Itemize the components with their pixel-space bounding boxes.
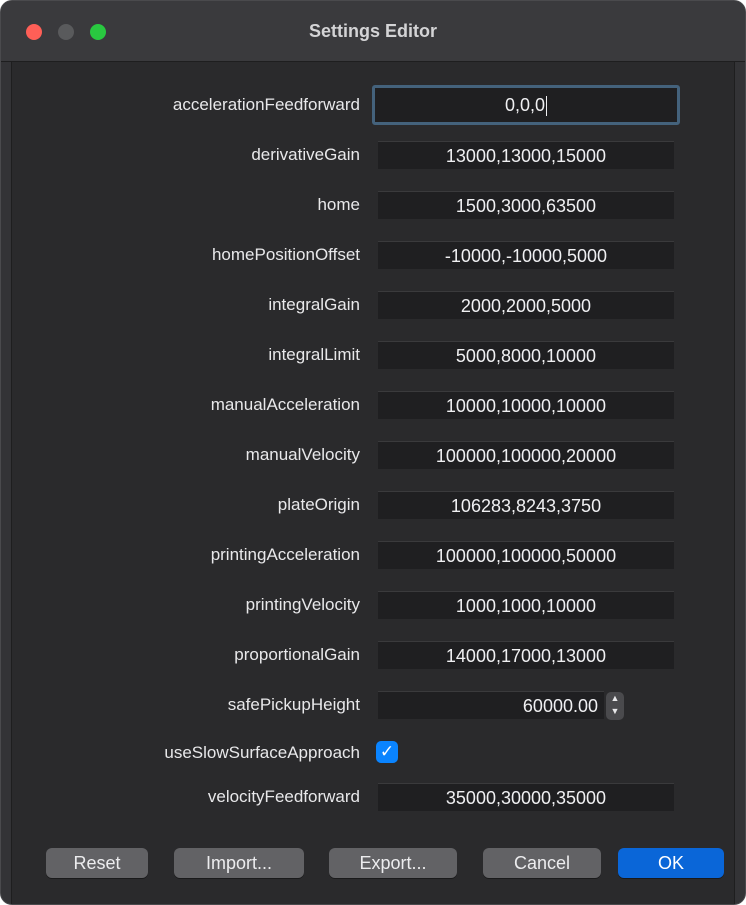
setting-checkbox-useSlowSurfaceApproach[interactable]: ✓ [376, 741, 398, 763]
reset-button[interactable]: Reset [46, 848, 148, 878]
setting-input-accelerationFeedforward[interactable]: 0,0,0 [372, 85, 680, 125]
setting-input-safePickupHeight[interactable]: 60000.00 [378, 691, 604, 719]
setting-row-integralLimit: integralLimit 5000,8000,10000 [12, 341, 734, 371]
setting-input-derivativeGain[interactable]: 13000,13000,15000 [378, 141, 674, 169]
setting-label: manualVelocity [245, 445, 360, 464]
setting-label: accelerationFeedforward [172, 95, 360, 114]
setting-label: integralGain [268, 295, 360, 314]
setting-input-integralGain[interactable]: 2000,2000,5000 [378, 291, 674, 319]
stepper-up-icon[interactable]: ▲ [606, 692, 624, 705]
stepper-control[interactable]: ▲ ▼ [606, 692, 624, 720]
stepper-down-icon[interactable]: ▼ [606, 705, 624, 718]
setting-input-printingVelocity[interactable]: 1000,1000,10000 [378, 591, 674, 619]
settings-editor-window: Settings Editor accelerationFeedforward … [0, 0, 746, 905]
import-button[interactable]: Import... [174, 848, 304, 878]
setting-label: homePositionOffset [211, 245, 360, 264]
setting-input-manualVelocity[interactable]: 100000,100000,20000 [378, 441, 674, 469]
dialog-button-bar: Reset Import... Export... Cancel OK [12, 848, 734, 882]
settings-form: accelerationFeedforward 0,0,0 derivative… [11, 62, 735, 904]
setting-row-homePositionOffset: homePositionOffset -10000,-10000,5000 [12, 241, 734, 271]
setting-row-manualVelocity: manualVelocity 100000,100000,20000 [12, 441, 734, 471]
setting-row-printingAcceleration: printingAcceleration 100000,100000,50000 [12, 541, 734, 571]
window-title: Settings Editor [308, 21, 437, 41]
setting-label: printingAcceleration [210, 545, 360, 564]
setting-input-home[interactable]: 1500,3000,63500 [378, 191, 674, 219]
setting-input-proportionalGain[interactable]: 14000,17000,13000 [378, 641, 674, 669]
setting-row-home: home 1500,3000,63500 [12, 191, 734, 221]
setting-row-plateOrigin: plateOrigin 106283,8243,3750 [12, 491, 734, 521]
setting-input-manualAcceleration[interactable]: 10000,10000,10000 [378, 391, 674, 419]
setting-row-manualAcceleration: manualAcceleration 10000,10000,10000 [12, 391, 734, 421]
setting-row-derivativeGain: derivativeGain 13000,13000,15000 [12, 141, 734, 171]
setting-row-velocityFeedforward: velocityFeedforward 35000,30000,35000 [12, 783, 734, 813]
setting-label: useSlowSurfaceApproach [164, 743, 360, 762]
setting-label: safePickupHeight [227, 695, 360, 714]
setting-input-velocityFeedforward[interactable]: 35000,30000,35000 [378, 783, 674, 811]
setting-row-safePickupHeight: safePickupHeight 60000.00 ▲ ▼ [12, 691, 734, 721]
setting-row-integralGain: integralGain 2000,2000,5000 [12, 291, 734, 321]
setting-label: integralLimit [268, 345, 360, 364]
ok-button[interactable]: OK [618, 848, 724, 878]
setting-input-integralLimit[interactable]: 5000,8000,10000 [378, 341, 674, 369]
setting-input-plateOrigin[interactable]: 106283,8243,3750 [378, 491, 674, 519]
setting-label: derivativeGain [251, 145, 360, 164]
text-cursor [546, 96, 548, 117]
checkmark-icon: ✓ [379, 742, 395, 761]
setting-label: manualAcceleration [210, 395, 360, 414]
setting-row-accelerationFeedforward: accelerationFeedforward 0,0,0 [12, 85, 734, 125]
setting-row-proportionalGain: proportionalGain 14000,17000,13000 [12, 641, 734, 671]
setting-row-printingVelocity: printingVelocity 1000,1000,10000 [12, 591, 734, 621]
title-bar: Settings Editor [1, 1, 745, 62]
setting-input-homePositionOffset[interactable]: -10000,-10000,5000 [378, 241, 674, 269]
setting-row-useSlowSurfaceApproach: useSlowSurfaceApproach ✓ [12, 739, 734, 769]
cancel-button[interactable]: Cancel [483, 848, 601, 878]
setting-label: home [317, 195, 360, 214]
setting-label: printingVelocity [245, 595, 360, 614]
setting-label: velocityFeedforward [207, 787, 360, 806]
setting-input-printingAcceleration[interactable]: 100000,100000,50000 [378, 541, 674, 569]
setting-label: proportionalGain [234, 645, 360, 664]
export-button[interactable]: Export... [329, 848, 457, 878]
setting-label: plateOrigin [277, 495, 360, 514]
